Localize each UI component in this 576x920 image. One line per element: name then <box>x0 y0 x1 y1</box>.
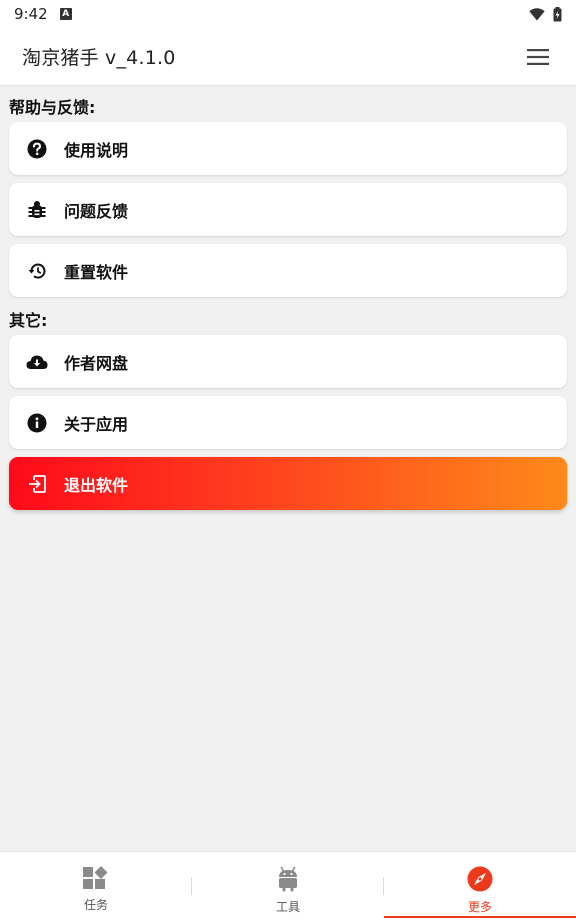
menu-item-about[interactable]: 关于应用 <box>9 396 567 449</box>
exit-icon <box>26 473 48 495</box>
menu-item-label: 问题反馈 <box>64 201 129 221</box>
nav-tab-more[interactable]: 更多 <box>384 852 576 920</box>
wifi-icon <box>529 7 545 21</box>
battery-icon <box>553 6 562 21</box>
menu-item-label: 作者网盘 <box>64 353 129 373</box>
cloud-download-icon <box>26 351 48 373</box>
app-title: 淘京猪手 v_4.1.0 <box>22 47 176 69</box>
menu-item-reset[interactable]: 重置软件 <box>9 244 567 297</box>
bottom-nav: 任务 工具 更多 <box>0 851 576 920</box>
hamburger-icon <box>527 48 549 65</box>
section-title-help: 帮助与反馈: <box>9 98 96 117</box>
menu-item-label: 重置软件 <box>64 262 129 282</box>
menu-button[interactable] <box>522 41 554 73</box>
status-time: 9:42 <box>14 5 48 23</box>
info-icon <box>26 412 48 434</box>
accessibility-a-icon: A <box>59 8 72 20</box>
nav-label: 更多 <box>467 900 492 914</box>
widgets-icon <box>83 866 108 889</box>
nav-label: 工具 <box>275 900 300 914</box>
nav-tab-tools[interactable]: 工具 <box>192 852 384 920</box>
app-bar: 淘京猪手 v_4.1.0 <box>0 28 576 85</box>
nav-divider <box>383 877 384 895</box>
nav-label: 任务 <box>83 898 108 912</box>
restore-icon <box>26 260 48 282</box>
status-bar: 9:42 A <box>0 0 576 28</box>
help-circle-icon <box>26 138 48 160</box>
nav-tab-tasks[interactable]: 任务 <box>0 852 192 920</box>
android-icon <box>279 866 297 892</box>
menu-item-instructions[interactable]: 使用说明 <box>9 122 567 175</box>
section-title-other: 其它: <box>9 311 48 330</box>
exit-app-button[interactable]: 退出软件 <box>9 457 567 510</box>
menu-item-label: 关于应用 <box>64 414 129 434</box>
menu-item-label: 使用说明 <box>64 140 129 160</box>
status-right <box>529 6 562 22</box>
menu-item-feedback[interactable]: 问题反馈 <box>9 183 567 236</box>
menu-item-author-drive[interactable]: 作者网盘 <box>9 335 567 388</box>
exit-app-label: 退出软件 <box>64 475 129 495</box>
nav-divider <box>191 877 192 895</box>
compass-icon <box>467 866 493 892</box>
bug-icon <box>26 199 48 221</box>
